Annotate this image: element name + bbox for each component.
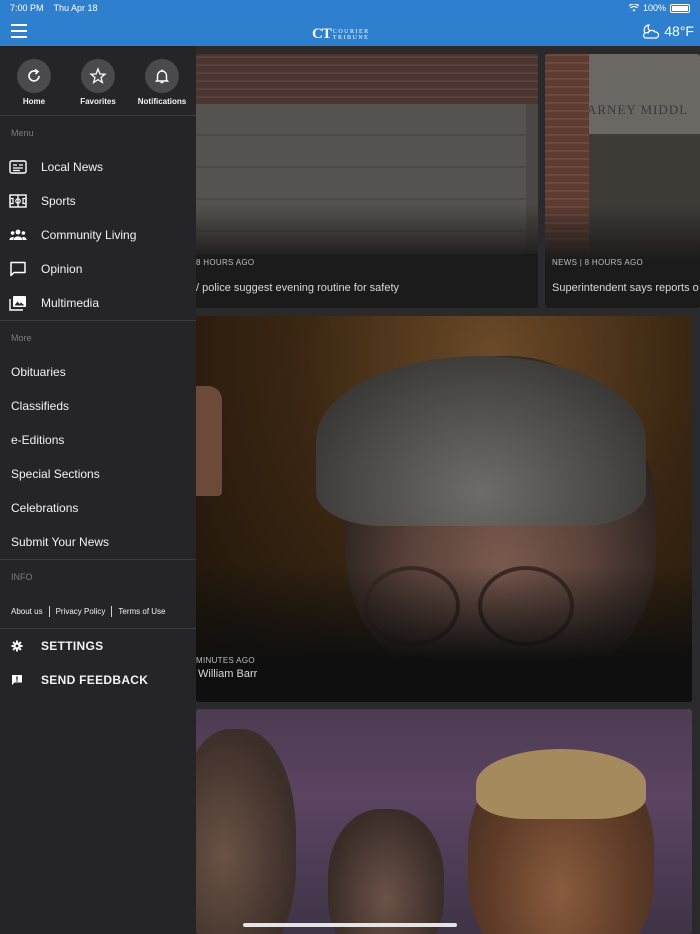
status-right: 100% [628, 3, 690, 13]
quick-actions: Home Favorites Notifications [0, 46, 196, 116]
nav-item-community-living[interactable]: Community Living [0, 218, 196, 252]
wifi-icon [628, 4, 639, 12]
status-bar: 7:00 PM Thu Apr 18 100% [0, 0, 700, 16]
more-section-label: More [11, 333, 32, 343]
send-feedback-label: SEND FEEDBACK [41, 673, 149, 687]
logo-mark: CT [312, 26, 332, 42]
sports-field-icon [9, 193, 27, 209]
notifications-label: Notifications [137, 97, 187, 106]
story-image [196, 54, 538, 104]
terms-of-use-link[interactable]: Terms of Use [118, 607, 165, 616]
home-refresh-icon [17, 59, 51, 93]
nav-item-label: Community Living [41, 228, 137, 242]
photo-library-icon [9, 295, 27, 311]
link-separator [48, 605, 50, 617]
info-section-label: INFO [11, 572, 33, 582]
battery-percent: 100% [642, 3, 666, 13]
news-feed: 8 HOURS AGO / police suggest evening rou… [196, 46, 700, 934]
nav-item-opinion[interactable]: Opinion [0, 252, 196, 286]
story-title: Superintendent says reports o [552, 282, 699, 294]
notifications-button[interactable]: Notifications [132, 59, 192, 115]
logo-line-2: TRIBUNE [332, 34, 370, 41]
story-title: / police suggest evening routine for saf… [196, 282, 400, 294]
partly-cloudy-night-icon [643, 24, 660, 39]
logo-words: COURIER TRIBUNE [333, 29, 370, 41]
side-drawer: Home Favorites Notifications Menu Local … [0, 46, 196, 934]
story-card[interactable]: 8 HOURS AGO / police suggest evening rou… [196, 54, 538, 308]
nav-item-e-editions[interactable]: e-Editions [0, 423, 196, 457]
link-separator [111, 605, 113, 617]
info-links: About us Privacy Policy Terms of Use [0, 594, 196, 628]
about-us-link[interactable]: About us [11, 607, 43, 616]
courier-tribune-logo[interactable]: CT COURIER TRIBUNE [312, 26, 370, 43]
nav-item-label: Multimedia [41, 296, 100, 310]
nav-item-label: Local News [41, 160, 104, 174]
story-card[interactable]: ARNEY MIDDL NEWS | 8 HOURS AGO Superinte… [545, 54, 700, 308]
newspaper-icon [9, 159, 27, 175]
story-card[interactable] [196, 709, 692, 934]
status-date: Thu Apr 18 [53, 3, 98, 13]
story-image [196, 729, 296, 934]
building-sign: ARNEY MIDDL [587, 102, 689, 117]
nav-item-submit-your-news[interactable]: Submit Your News [0, 525, 196, 559]
home-label: Home [22, 97, 46, 106]
nav-item-label: Sports [41, 194, 76, 208]
favorites-label: Favorites [80, 97, 116, 106]
status-time: 7:00 PM [10, 3, 44, 13]
nav-item-local-news[interactable]: Local News [0, 150, 196, 184]
nav-item-classifieds[interactable]: Classifieds [0, 389, 196, 423]
battery-icon [670, 3, 690, 13]
menu-icon[interactable] [11, 24, 27, 38]
bell-icon [145, 59, 179, 93]
gear-icon [11, 640, 23, 652]
nav-item-label: Opinion [41, 262, 83, 276]
people-icon [9, 227, 27, 243]
nav-item-obituaries[interactable]: Obituaries [0, 355, 196, 389]
send-feedback-button[interactable]: SEND FEEDBACK [0, 663, 196, 697]
home-button[interactable]: Home [4, 59, 64, 115]
story-meta: NEWS | 8 HOURS AGO [552, 258, 644, 267]
feedback-icon [11, 674, 23, 686]
speech-bubble-icon [9, 261, 27, 277]
menu-section-label: Menu [11, 128, 34, 138]
story-title: William Barr [198, 668, 258, 680]
nav-item-multimedia[interactable]: Multimedia [0, 286, 196, 320]
home-indicator[interactable] [243, 923, 457, 927]
favorites-button[interactable]: Favorites [68, 59, 128, 115]
story-meta: MINUTES AGO [196, 656, 255, 665]
story-meta: 8 HOURS AGO [196, 258, 255, 267]
settings-label: SETTINGS [41, 639, 104, 653]
nav-item-celebrations[interactable]: Celebrations [0, 491, 196, 525]
app-header: CT COURIER TRIBUNE 48°F [0, 16, 700, 46]
temperature: 48°F [664, 23, 694, 39]
privacy-policy-link[interactable]: Privacy Policy [56, 607, 106, 616]
featured-story-card[interactable]: MINUTES AGO William Barr [196, 316, 692, 702]
star-icon [81, 59, 115, 93]
settings-button[interactable]: SETTINGS [0, 629, 196, 663]
nav-item-special-sections[interactable]: Special Sections [0, 457, 196, 491]
weather-widget[interactable]: 48°F [640, 22, 694, 40]
nav-item-sports[interactable]: Sports [0, 184, 196, 218]
